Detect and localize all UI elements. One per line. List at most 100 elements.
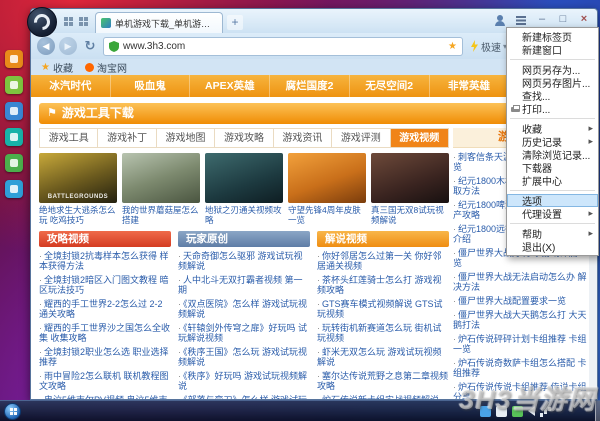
category-tab[interactable]: 游戏地图: [156, 129, 214, 147]
desktop-icon[interactable]: [5, 76, 23, 94]
thumbnail-image[interactable]: [122, 153, 200, 203]
video-link[interactable]: 人中北斗无双打霸者视频 第一期: [178, 275, 310, 295]
menu-item[interactable]: [510, 223, 595, 224]
menu-item[interactable]: [510, 59, 595, 60]
video-link[interactable]: 天命奇御怎么驱邪 游戏试玩视频解说: [178, 251, 310, 271]
start-button[interactable]: [4, 403, 21, 420]
category-tab[interactable]: 游戏评测: [331, 129, 389, 147]
video-link[interactable]: 《秩序》好玩吗 游戏试玩视频解说: [178, 371, 310, 391]
site-nav-link[interactable]: 吸血鬼: [111, 75, 191, 97]
new-tab-button[interactable]: +: [227, 15, 243, 30]
site-nav-link[interactable]: 腐烂国度2: [270, 75, 350, 97]
thumbnail-caption-link[interactable]: 绝地求生大逃杀怎么玩 吃鸡技巧: [39, 205, 117, 225]
video-thumbnail[interactable]: 地狱之刃通关视频攻略: [205, 153, 283, 225]
desktop-icon[interactable]: [5, 50, 23, 68]
session-restore-icon[interactable]: [78, 16, 89, 27]
menu-item[interactable]: 查找...: [507, 89, 598, 102]
desktop-icon[interactable]: [5, 128, 23, 146]
category-tab[interactable]: 游戏补丁: [97, 129, 155, 147]
speed-mode-label: 极速: [481, 39, 501, 54]
site-nav-link[interactable]: 非常英雄: [430, 75, 510, 97]
video-link[interactable]: 全境封锁2职业怎么选 职业选择推荐: [39, 347, 171, 367]
video-link[interactable]: GTS赛车模式视频解说 GTS试玩视频: [317, 299, 449, 319]
thumbnail-image[interactable]: BATTLEGROUNDS: [39, 153, 117, 203]
address-bar[interactable]: www.3h3.com ★: [103, 37, 463, 56]
thumbnail-image[interactable]: [288, 153, 366, 203]
video-thumbnail[interactable]: BATTLEGROUNDS 绝地求生大逃杀怎么玩 吃鸡技巧: [39, 153, 117, 225]
speed-mode-selector[interactable]: 极速 ▾: [467, 39, 510, 54]
video-link[interactable]: 《双点医院》怎么样 游戏试玩视频解说: [178, 299, 310, 319]
browser-logo-orb[interactable]: [27, 7, 57, 37]
favorites-button[interactable]: ★ 收藏: [41, 60, 73, 75]
video-link[interactable]: 全境封锁2抗毒样本怎么获得 样本获得方法: [39, 251, 171, 271]
desktop: 单机游戏下载_单机游戏大全 + – □ × ◀ ▶ ↻ www.3h3.com …: [0, 0, 600, 421]
video-link[interactable]: 耀西的手工世界沙之国怎么全收集 收集攻略: [39, 323, 171, 343]
video-columns: 攻略视频 全境封锁2抗毒样本怎么获得 样本获得方法全境封锁2暗区入门图文教程 暗…: [39, 231, 449, 399]
category-tabs: 游戏工具 游戏补丁 游戏地图 游戏攻略 游戏资讯 游戏评测 游戏视频: [39, 128, 449, 148]
video-link[interactable]: 《秩序王国》怎么玩 游戏试玩视频解说: [178, 347, 310, 367]
refresh-button[interactable]: ↻: [81, 37, 99, 55]
close-button[interactable]: ×: [575, 12, 593, 28]
guide-link[interactable]: 僵尸世界大战无法启动怎么办 解决方法: [453, 272, 587, 292]
user-avatar-icon[interactable]: [491, 12, 509, 28]
desktop-icon[interactable]: [5, 180, 23, 198]
menu-item[interactable]: 扩展中心: [507, 174, 598, 187]
bookmark-item-taobao[interactable]: 淘宝网: [85, 60, 127, 75]
category-tab[interactable]: 游戏工具: [39, 129, 97, 147]
bookmark-star-icon[interactable]: ★: [448, 41, 457, 52]
tab-title: 单机游戏下载_单机游戏大全: [115, 17, 217, 30]
menu-item[interactable]: 新建窗口: [507, 43, 598, 56]
thumbnail-caption-link[interactable]: 地狱之刃通关视频攻略: [205, 205, 283, 225]
menu-item[interactable]: 代理设置: [507, 207, 598, 220]
video-link[interactable]: 《部落与弯刀》怎么样 游戏试玩视频解说: [178, 395, 310, 399]
category-tab[interactable]: 游戏资讯: [273, 129, 331, 147]
menu-item[interactable]: [510, 118, 595, 119]
category-tab[interactable]: 游戏视频: [390, 129, 448, 147]
video-link[interactable]: 雨中冒险2怎么联机 联机教程图文攻略: [39, 371, 171, 391]
thumbnail-caption-link[interactable]: 守望先锋4周年皮肤一览: [288, 205, 366, 225]
thumbnail-image[interactable]: [205, 153, 283, 203]
video-link[interactable]: 虾米无双怎么玩 游戏试玩视频解说: [317, 347, 449, 367]
taobao-favicon-icon: [85, 63, 94, 72]
guide-link[interactable]: 僵尸世界大战配置要求一览: [453, 296, 587, 306]
video-link[interactable]: 你好邻居怎么过第一关 你好邻居通关视频: [317, 251, 449, 271]
back-button[interactable]: ◀: [37, 37, 55, 55]
apps-grid-icon[interactable]: [63, 16, 74, 27]
video-thumbnail[interactable]: 真三国无双8试玩视频解说: [371, 153, 449, 225]
video-link[interactable]: 《轩辕剑外传穹之扉》好玩吗 试玩解说视频: [178, 323, 310, 343]
thumbnail-image[interactable]: [371, 153, 449, 203]
video-link[interactable]: 玩转街机新赛道怎么玩 街机试玩视频: [317, 323, 449, 343]
desktop-icon[interactable]: [5, 102, 23, 120]
minimize-button[interactable]: –: [533, 12, 551, 28]
menu-icon[interactable]: [512, 12, 530, 28]
video-thumbnail[interactable]: 我的世界蘑菇屋怎么搭建: [122, 153, 200, 225]
video-link[interactable]: 塞尔达传说荒野之息第二章视频攻略: [317, 371, 449, 391]
browser-tab[interactable]: 单机游戏下载_单机游戏大全: [95, 12, 223, 33]
video-link[interactable]: 炉石传说新卡组实战视频解说: [317, 395, 449, 399]
menu-item[interactable]: 网页另存图片...: [507, 76, 598, 89]
video-link[interactable]: 耀西的手工世界2-2怎么过 2-2通关攻略: [39, 299, 171, 319]
site-nav-link[interactable]: 无尽空间2: [350, 75, 430, 97]
video-link[interactable]: 鬼泣5维吉尔PV视频 鬼泣5维吉尔预告片: [39, 395, 171, 399]
video-thumbnail[interactable]: 守望先锋4周年皮肤一览: [288, 153, 366, 225]
guide-link[interactable]: 僵尸世界大战大天鹅怎么打 大天鹅打法: [453, 310, 587, 330]
site-nav-link[interactable]: APEX英雄: [190, 75, 270, 97]
section-header-title: 游戏工具下载: [62, 103, 134, 124]
lightning-icon: [470, 40, 479, 52]
guide-link[interactable]: 炉石传说奇数萨卡组怎么搭配 卡组推荐: [453, 358, 587, 378]
guide-link[interactable]: 炉石传说砰砰计划卡组推荐 卡组一览: [453, 334, 587, 354]
video-link[interactable]: 茶杯头红莲骑士怎么打 游戏视频攻略: [317, 275, 449, 295]
thumbnail-caption-link[interactable]: 我的世界蘑菇屋怎么搭建: [122, 205, 200, 225]
forward-button[interactable]: ▶: [59, 37, 77, 55]
menu-item[interactable]: 打印...: [507, 102, 598, 115]
menu-item[interactable]: 清除浏览记录...: [507, 148, 598, 161]
video-link[interactable]: 全境封锁2暗区入门图文教程 暗区玩法技巧: [39, 275, 171, 295]
menu-item[interactable]: 退出(X): [507, 240, 598, 253]
desktop-icon[interactable]: [5, 154, 23, 172]
category-tab[interactable]: 游戏攻略: [214, 129, 272, 147]
site-nav-link[interactable]: 冰汽时代: [31, 75, 111, 97]
url-text[interactable]: www.3h3.com: [123, 41, 444, 52]
menu-item[interactable]: [510, 190, 595, 191]
thumbnail-caption-link[interactable]: 真三国无双8试玩视频解说: [371, 205, 449, 225]
maximize-button[interactable]: □: [554, 12, 572, 28]
